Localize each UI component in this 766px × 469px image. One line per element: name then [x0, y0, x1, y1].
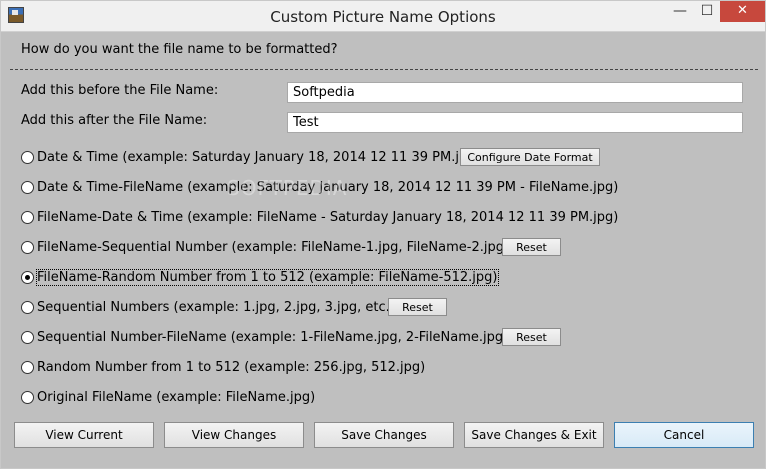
radio-button[interactable] — [21, 300, 34, 314]
option-filename-sequential[interactable]: FileName-Sequential Number (example: Fil… — [21, 238, 509, 256]
suffix-input[interactable] — [287, 112, 743, 133]
minimize-icon[interactable]: — — [666, 1, 694, 22]
option-sequential-numbers[interactable]: Sequential Numbers (example: 1.jpg, 2.jp… — [21, 298, 403, 316]
reset-sequential-filename-button[interactable]: Reset — [502, 328, 561, 346]
radio-button[interactable] — [21, 240, 34, 254]
option-label: Sequential Number-FileName (example: 1-F… — [37, 329, 509, 345]
reset-filename-sequential-button[interactable]: Reset — [502, 238, 561, 256]
radio-button[interactable] — [21, 210, 34, 224]
prefix-input[interactable] — [287, 82, 743, 103]
option-label: Sequential Numbers (example: 1.jpg, 2.jp… — [37, 299, 404, 315]
option-filename-date-time[interactable]: FileName-Date & Time (example: FileName … — [21, 208, 618, 226]
watermark: SOFTPEDIA — [227, 176, 348, 200]
save-changes-button[interactable]: Save Changes — [314, 422, 454, 448]
radio-button[interactable] — [21, 390, 34, 404]
option-date-time[interactable]: Date & Time (example: Saturday January 1… — [21, 148, 481, 166]
radio-button[interactable] — [21, 180, 34, 194]
reset-sequential-numbers-button[interactable]: Reset — [388, 298, 447, 316]
option-label: Date & Time (example: Saturday January 1… — [37, 149, 481, 165]
option-label: Original FileName (example: FileName.jpg… — [37, 389, 316, 405]
radio-button[interactable] — [21, 330, 34, 344]
option-label: FileName-Random Number from 1 to 512 (ex… — [36, 268, 499, 286]
suffix-label: Add this after the File Name: — [21, 113, 208, 128]
view-current-button[interactable]: View Current — [14, 422, 154, 448]
radio-button-selected[interactable] — [21, 270, 34, 284]
option-filename-random[interactable]: FileName-Random Number from 1 to 512 (ex… — [21, 268, 499, 286]
dashed-divider — [10, 69, 758, 70]
window-title: Custom Picture Name Options — [270, 8, 496, 26]
prefix-label: Add this before the File Name: — [21, 83, 219, 98]
configure-date-format-button[interactable]: Configure Date Format — [460, 148, 600, 166]
option-sequential-filename[interactable]: Sequential Number-FileName (example: 1-F… — [21, 328, 508, 346]
title-bar[interactable]: Custom Picture Name Options — ☐ ✕ — [1, 1, 765, 32]
option-label: FileName-Sequential Number (example: Fil… — [37, 239, 510, 255]
save-changes-exit-button[interactable]: Save Changes & Exit — [464, 422, 604, 448]
option-random-number[interactable]: Random Number from 1 to 512 (example: 25… — [21, 358, 425, 376]
format-question: How do you want the file name to be form… — [21, 42, 338, 57]
view-changes-button[interactable]: View Changes — [164, 422, 304, 448]
maximize-icon[interactable]: ☐ — [694, 1, 720, 22]
option-label: Random Number from 1 to 512 (example: 25… — [37, 359, 426, 375]
option-label: FileName-Date & Time (example: FileName … — [37, 209, 619, 225]
option-original-filename[interactable]: Original FileName (example: FileName.jpg… — [21, 388, 315, 406]
cancel-button[interactable]: Cancel — [614, 422, 754, 448]
radio-button[interactable] — [21, 150, 34, 164]
close-icon[interactable]: ✕ — [720, 1, 765, 22]
radio-button[interactable] — [21, 360, 34, 374]
dialog-window: Custom Picture Name Options — ☐ ✕ How do… — [0, 0, 766, 469]
